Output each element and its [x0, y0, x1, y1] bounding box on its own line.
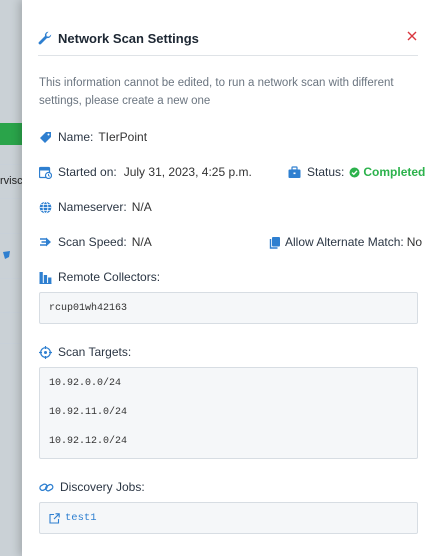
background-divider: [0, 343, 22, 344]
background-divider: [0, 233, 22, 234]
remote-collectors-label: Remote Collectors:: [58, 270, 161, 284]
scan-targets-field: Scan Targets:: [39, 345, 131, 359]
speed-icon: [40, 237, 51, 246]
scan-settings-panel: Network Scan Settings This information c…: [22, 0, 436, 556]
scan-speed-label: Scan Speed:: [58, 235, 127, 249]
scan-targets-box: 10.92.0.0/24 10.92.11.0/24 10.92.12.0/24: [39, 367, 418, 459]
status-field: Status: Completed: [288, 165, 425, 179]
globe-icon: [39, 200, 52, 214]
target-icon: [39, 345, 52, 359]
wrench-icon: [38, 31, 52, 45]
nameserver-value: N/A: [131, 200, 152, 214]
tag-icon: [40, 131, 51, 143]
calendar-clock-icon: [39, 166, 52, 179]
background-shield-icon: [3, 251, 10, 259]
background-divider: [0, 312, 22, 313]
discovery-jobs-field: Discovery Jobs:: [39, 480, 145, 494]
name-label: Name:: [58, 130, 94, 144]
background-divider: [0, 278, 22, 279]
list-item: 10.92.12.0/24: [49, 436, 128, 447]
background-active-item: [0, 123, 22, 145]
status-label: Status:: [307, 165, 345, 179]
link-icon: [39, 482, 54, 491]
check-circle-icon: [349, 167, 360, 177]
name-field: Name: TIerPoint: [39, 130, 147, 144]
background-divider: [0, 164, 22, 165]
briefcase-icon: [288, 165, 301, 178]
nameserver-label: Nameserver:: [58, 200, 127, 214]
panel-header: Network Scan Settings: [38, 22, 418, 56]
close-icon: [407, 31, 417, 41]
status-value: Completed: [363, 165, 426, 179]
allow-alternate-match-value: No: [406, 235, 423, 249]
collectors-icon: [39, 271, 52, 284]
scan-speed-value: N/A: [131, 235, 152, 249]
status-badge: Completed: [349, 165, 425, 179]
discovery-job-name[interactable]: test1: [65, 512, 97, 524]
discovery-job-link[interactable]: test1: [49, 512, 97, 524]
background-page: rvisc: [0, 0, 22, 556]
external-link-icon: [49, 512, 60, 524]
remote-collectors-field: Remote Collectors:: [39, 270, 160, 284]
started-on-value: July 31, 2023, 4:25 p.m.: [123, 165, 252, 179]
scan-speed-field: Scan Speed: N/A: [39, 235, 152, 249]
scan-targets-label: Scan Targets:: [58, 345, 132, 359]
background-partial-text: rvisc: [0, 175, 22, 187]
started-on-field: Started on: July 31, 2023, 4:25 p.m.: [39, 165, 252, 179]
discovery-jobs-box: test1: [39, 502, 418, 534]
close-button[interactable]: [404, 28, 420, 44]
discovery-jobs-label: Discovery Jobs:: [60, 480, 145, 494]
list-item: rcup01wh42163: [49, 303, 128, 314]
panel-title: Network Scan Settings: [58, 31, 199, 46]
allow-alternate-match-label: Allow Alternate Match:: [285, 235, 404, 249]
name-value: TIerPoint: [98, 130, 148, 144]
allow-alternate-match-field: Allow Alternate Match: No: [268, 235, 422, 249]
copy-icon: [269, 236, 280, 249]
background-divider: [0, 198, 22, 199]
panel-description: This information cannot be edited, to ru…: [39, 77, 394, 107]
started-on-label: Started on:: [58, 165, 117, 179]
remote-collectors-box: rcup01wh42163: [39, 292, 418, 324]
list-item: 10.92.11.0/24: [49, 407, 128, 418]
nameserver-field: Nameserver: N/A: [39, 200, 152, 214]
list-item: 10.92.0.0/24: [49, 378, 122, 389]
